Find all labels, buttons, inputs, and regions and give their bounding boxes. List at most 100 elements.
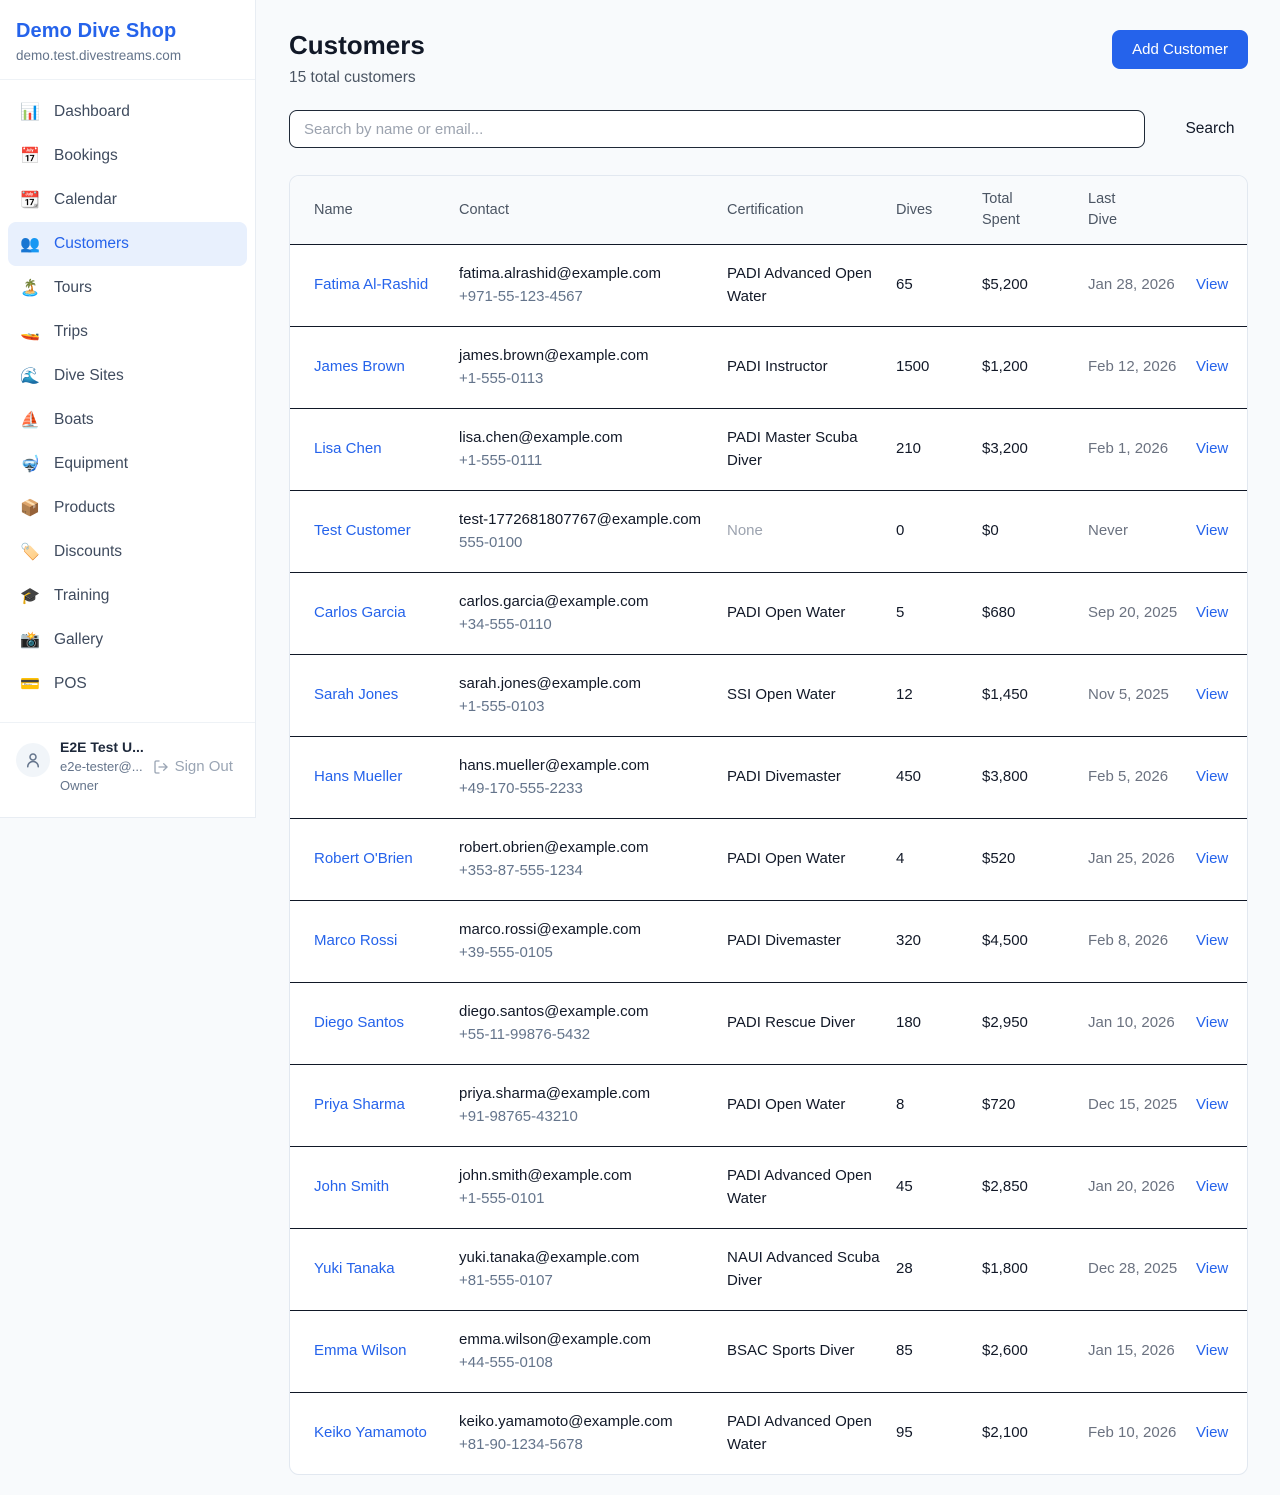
customer-name-cell: Sarah Jones [290,655,459,737]
customer-name-link[interactable]: Robert O'Brien [314,850,413,867]
customer-name-link[interactable]: Diego Santos [314,1014,404,1031]
sidebar-item-gallery[interactable]: 📸 Gallery [8,618,247,662]
view-link[interactable]: View [1196,1014,1228,1031]
customer-phone: +55-11-99876-5432 [459,1024,711,1047]
bar-chart-icon: 📊 [18,102,42,122]
customer-contact-cell: diego.santos@example.com +55-11-99876-54… [459,983,727,1065]
tear-off-calendar-icon: 📆 [18,190,42,210]
sidebar-item-label: Products [54,499,115,517]
customer-contact-cell: james.brown@example.com +1-555-0113 [459,327,727,409]
sidebar-item-bookings[interactable]: 📅 Bookings [8,134,247,178]
sign-out-button[interactable]: Sign Out [153,758,233,775]
customer-name-link[interactable]: Marco Rossi [314,932,397,949]
sidebar-item-dive-sites[interactable]: 🌊 Dive Sites [8,354,247,398]
sidebar-item-calendar[interactable]: 📆 Calendar [8,178,247,222]
sidebar-item-equipment[interactable]: 🤿 Equipment [8,442,247,486]
sidebar: Demo Dive Shop demo.test.divestreams.com… [0,0,256,818]
view-link[interactable]: View [1196,1424,1228,1441]
customer-name-link[interactable]: Keiko Yamamoto [314,1424,427,1441]
sidebar-header: Demo Dive Shop demo.test.divestreams.com [0,0,255,80]
sidebar-item-training[interactable]: 🎓 Training [8,574,247,618]
tag-icon: 🏷️ [18,542,42,562]
customer-name-link[interactable]: Fatima Al-Rashid [314,276,428,293]
table-row: Emma Wilson emma.wilson@example.com +44-… [290,1311,1248,1393]
logout-icon [153,759,169,775]
person-icon [24,751,42,769]
customer-certification: PADI Open Water [727,1065,896,1147]
shop-title: Demo Dive Shop [16,20,239,43]
customer-dives: 12 [896,655,982,737]
customer-certification: BSAC Sports Diver [727,1311,896,1393]
add-customer-button[interactable]: Add Customer [1112,30,1248,69]
customer-name-cell: Diego Santos [290,983,459,1065]
view-link[interactable]: View [1196,1342,1228,1359]
customer-name-link[interactable]: Yuki Tanaka [314,1260,395,1277]
customer-contact-cell: keiko.yamamoto@example.com +81-90-1234-5… [459,1393,727,1475]
sidebar-item-boats[interactable]: ⛵ Boats [8,398,247,442]
user-email: e2e-tester@... [60,759,143,774]
customer-name-link[interactable]: Emma Wilson [314,1342,407,1359]
view-link[interactable]: View [1196,686,1228,703]
customer-name-link[interactable]: Lisa Chen [314,440,382,457]
customer-name-link[interactable]: Carlos Garcia [314,604,406,621]
sidebar-item-label: POS [54,675,87,693]
sidebar-item-products[interactable]: 📦 Products [8,486,247,530]
customer-total-spent: $520 [982,819,1088,901]
graduation-cap-icon: 🎓 [18,586,42,606]
customer-name-link[interactable]: Priya Sharma [314,1096,405,1113]
sidebar-item-dashboard[interactable]: 📊 Dashboard [8,90,247,134]
customer-actions-cell: View [1196,491,1248,573]
view-link[interactable]: View [1196,358,1228,375]
column-header-total-spent: Total Spent [982,176,1088,245]
customer-last-dive: Feb 5, 2026 [1088,737,1196,819]
search-button[interactable]: Search [1172,112,1248,146]
customer-last-dive: Feb 10, 2026 [1088,1393,1196,1475]
customer-phone: +1-555-0113 [459,368,711,391]
customer-total-spent: $1,450 [982,655,1088,737]
view-link[interactable]: View [1196,768,1228,785]
user-section: E2E Test U... e2e-tester@... Sign Out Ow… [0,722,255,807]
sidebar-item-tours[interactable]: 🏝️ Tours [8,266,247,310]
view-link[interactable]: View [1196,522,1228,539]
customer-name-link[interactable]: James Brown [314,358,405,375]
sailboat-icon: ⛵ [18,410,42,430]
customer-total-spent: $2,850 [982,1147,1088,1229]
table-row: Priya Sharma priya.sharma@example.com +9… [290,1065,1248,1147]
customer-name-link[interactable]: Test Customer [314,522,411,539]
customer-name-link[interactable]: Hans Mueller [314,768,402,785]
sidebar-item-label: Trips [54,323,88,341]
customer-last-dive: Jan 25, 2026 [1088,819,1196,901]
view-link[interactable]: View [1196,604,1228,621]
search-input[interactable] [289,110,1145,148]
view-link[interactable]: View [1196,932,1228,949]
customer-certification: NAUI Advanced Scuba Diver [727,1229,896,1311]
customer-actions-cell: View [1196,327,1248,409]
column-header-last-dive: Last Dive [1088,176,1196,245]
view-link[interactable]: View [1196,1178,1228,1195]
sidebar-item-label: Bookings [54,147,118,165]
island-icon: 🏝️ [18,278,42,298]
sidebar-item-trips[interactable]: 🚤 Trips [8,310,247,354]
customer-phone: +1-555-0111 [459,450,711,473]
sign-out-label: Sign Out [175,758,233,775]
table-row: Hans Mueller hans.mueller@example.com +4… [290,737,1248,819]
sidebar-item-discounts[interactable]: 🏷️ Discounts [8,530,247,574]
customer-last-dive: Jan 20, 2026 [1088,1147,1196,1229]
sidebar-item-pos[interactable]: 💳 POS [8,662,247,706]
customer-certification: PADI Open Water [727,573,896,655]
sidebar-item-customers[interactable]: 👥 Customers [8,222,247,266]
customer-name-link[interactable]: John Smith [314,1178,389,1195]
view-link[interactable]: View [1196,440,1228,457]
customer-name-link[interactable]: Sarah Jones [314,686,398,703]
view-link[interactable]: View [1196,850,1228,867]
customer-name-cell: Yuki Tanaka [290,1229,459,1311]
view-link[interactable]: View [1196,276,1228,293]
column-header-name: Name [290,176,459,245]
customer-last-dive: Jan 15, 2026 [1088,1311,1196,1393]
customer-phone: +353-87-555-1234 [459,860,711,883]
view-link[interactable]: View [1196,1260,1228,1277]
view-link[interactable]: View [1196,1096,1228,1113]
speedboat-icon: 🚤 [18,322,42,342]
customer-name-cell: Keiko Yamamoto [290,1393,459,1475]
customer-name-cell: James Brown [290,327,459,409]
